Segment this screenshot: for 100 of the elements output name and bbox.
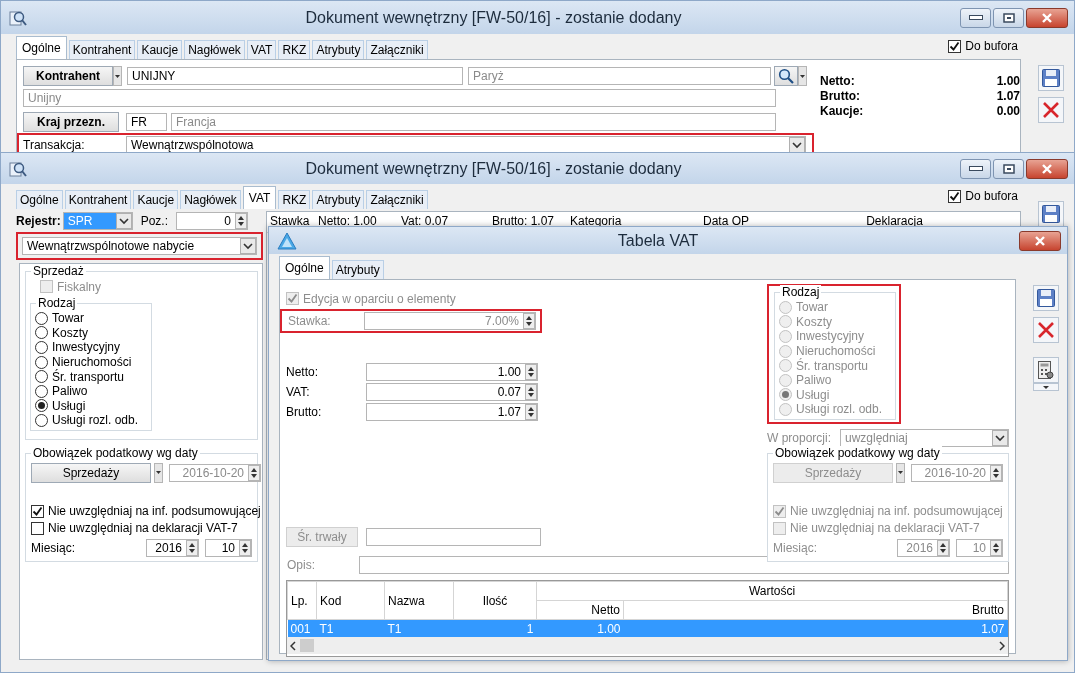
- scroll-left-icon[interactable]: [290, 640, 296, 651]
- radio-label: Usługi: [796, 387, 830, 402]
- caret-icon[interactable]: [800, 74, 805, 78]
- date-mode-button[interactable]: Sprzedaży: [31, 462, 151, 483]
- window-title: Tabela VAT: [616, 231, 700, 250]
- caret-icon[interactable]: [115, 74, 120, 78]
- spinner-icon[interactable]: [525, 384, 537, 400]
- save-button[interactable]: [1033, 285, 1059, 311]
- total-value: 1.07: [996, 89, 1020, 103]
- text-field[interactable]: Unijny: [23, 89, 776, 107]
- text-field[interactable]: Francja: [171, 113, 776, 131]
- dropdown-button[interactable]: [154, 462, 163, 483]
- scroll-right-icon[interactable]: [999, 640, 1005, 651]
- tab[interactable]: Kaucje: [133, 190, 179, 209]
- field-label: Opis:: [286, 558, 316, 572]
- minimize-icon: [968, 165, 983, 172]
- search-button[interactable]: [774, 66, 798, 86]
- maximize-button[interactable]: [993, 7, 1024, 28]
- spin-field[interactable]: 1.00: [366, 363, 538, 381]
- radio-button[interactable]: [35, 311, 48, 325]
- year-field[interactable]: 2016: [146, 538, 199, 557]
- spin-field[interactable]: 0: [176, 212, 249, 230]
- spin-field[interactable]: 0.07: [366, 383, 538, 401]
- tab[interactable]: Atrybuty: [331, 260, 384, 279]
- country-button[interactable]: Kraj przezn.: [23, 112, 119, 132]
- checkbox[interactable]: [31, 521, 44, 535]
- tab[interactable]: VAT: [246, 40, 277, 59]
- spinner-icon[interactable]: [239, 539, 251, 556]
- scrollbar[interactable]: [287, 637, 1008, 654]
- save-button[interactable]: [1038, 65, 1064, 91]
- tab[interactable]: Załączniki: [366, 190, 428, 209]
- column-header: Deklaracja: [865, 213, 924, 230]
- checkbox-label: Nie uwzględniaj na inf. podsumowującej: [48, 504, 261, 519]
- month-field[interactable]: 10: [205, 538, 252, 557]
- spin-field[interactable]: 1.07: [366, 403, 538, 421]
- magnifier-icon: [9, 159, 27, 178]
- scroll-thumb[interactable]: [300, 639, 314, 652]
- cancel-button[interactable]: [1038, 97, 1064, 123]
- group-title: Obowiązek podatkowy wg daty: [773, 445, 942, 460]
- tab[interactable]: Ogólne: [16, 36, 67, 59]
- checkbox[interactable]: [948, 39, 962, 53]
- close-icon: [1041, 12, 1053, 23]
- radio-button[interactable]: [35, 370, 48, 384]
- radio-button[interactable]: [35, 413, 48, 427]
- minimize-button[interactable]: [960, 158, 991, 179]
- dropdown-button[interactable]: [1033, 383, 1059, 391]
- close-button[interactable]: [1019, 230, 1061, 251]
- text-field[interactable]: FR: [126, 113, 167, 131]
- tab[interactable]: Kaucje: [137, 40, 183, 59]
- tab[interactable]: Ogólne: [279, 256, 330, 279]
- spinner-icon[interactable]: [937, 539, 949, 556]
- dropdown-arrow-icon[interactable]: [789, 137, 805, 152]
- minimize-button[interactable]: [960, 7, 991, 28]
- cancel-button[interactable]: [1033, 317, 1059, 343]
- caret-icon[interactable]: [1043, 385, 1049, 389]
- spinner-icon[interactable]: [525, 364, 537, 380]
- radio-button[interactable]: [35, 326, 48, 340]
- caret-icon[interactable]: [156, 471, 161, 475]
- radio-button[interactable]: [35, 355, 48, 369]
- combo-box[interactable]: Wewnątrzwspólnotowa: [126, 136, 806, 152]
- radio-button[interactable]: [35, 384, 48, 398]
- text-field[interactable]: UNIJNY: [127, 67, 463, 85]
- tab[interactable]: Nagłówek: [184, 40, 245, 59]
- checkbox-label: Do bufora: [965, 189, 1018, 203]
- save-button[interactable]: [1038, 201, 1064, 227]
- dropdown-button[interactable]: [113, 66, 122, 86]
- close-button[interactable]: [1026, 158, 1068, 179]
- text-field[interactable]: [366, 528, 541, 546]
- radio-button[interactable]: [35, 341, 48, 354]
- spinner-icon[interactable]: [186, 539, 198, 556]
- dropdown-button[interactable]: [798, 66, 807, 86]
- radio-button[interactable]: [35, 399, 48, 413]
- tab[interactable]: Kontrahent: [68, 40, 136, 59]
- field-label: W proporcji:: [767, 430, 832, 445]
- caret-icon[interactable]: [898, 471, 903, 475]
- tab[interactable]: RKZ: [278, 40, 311, 59]
- checkbox[interactable]: [31, 504, 44, 518]
- tab[interactable]: RKZ: [278, 190, 311, 209]
- combo-box[interactable]: Wewnątrzwspólnotowe nabycie: [22, 237, 257, 255]
- tab[interactable]: Ogólne: [16, 190, 63, 209]
- spinner-icon[interactable]: [525, 404, 537, 420]
- tab[interactable]: Atrybuty: [312, 190, 365, 209]
- field-label: VAT:: [286, 385, 311, 399]
- tab[interactable]: Kontrahent: [64, 190, 132, 209]
- kontrahent-button[interactable]: Kontrahent: [23, 66, 113, 86]
- tab[interactable]: Nagłówek: [180, 190, 241, 209]
- dropdown-button[interactable]: [896, 462, 905, 483]
- tab[interactable]: Atrybuty: [312, 40, 365, 59]
- close-button[interactable]: [1026, 7, 1068, 28]
- checkbox[interactable]: [948, 189, 962, 203]
- save-icon: [1041, 204, 1061, 224]
- tab[interactable]: VAT: [242, 186, 277, 209]
- spinner-icon[interactable]: [235, 213, 248, 229]
- spinner-icon[interactable]: [990, 539, 1002, 556]
- column-header: Brutto: 1.07: [491, 213, 556, 230]
- calculator-button[interactable]: [1033, 357, 1059, 383]
- tab[interactable]: Załączniki: [366, 40, 428, 59]
- maximize-button[interactable]: [993, 158, 1024, 179]
- text-field[interactable]: Paryż: [468, 67, 771, 85]
- calculator-icon: [1037, 360, 1055, 380]
